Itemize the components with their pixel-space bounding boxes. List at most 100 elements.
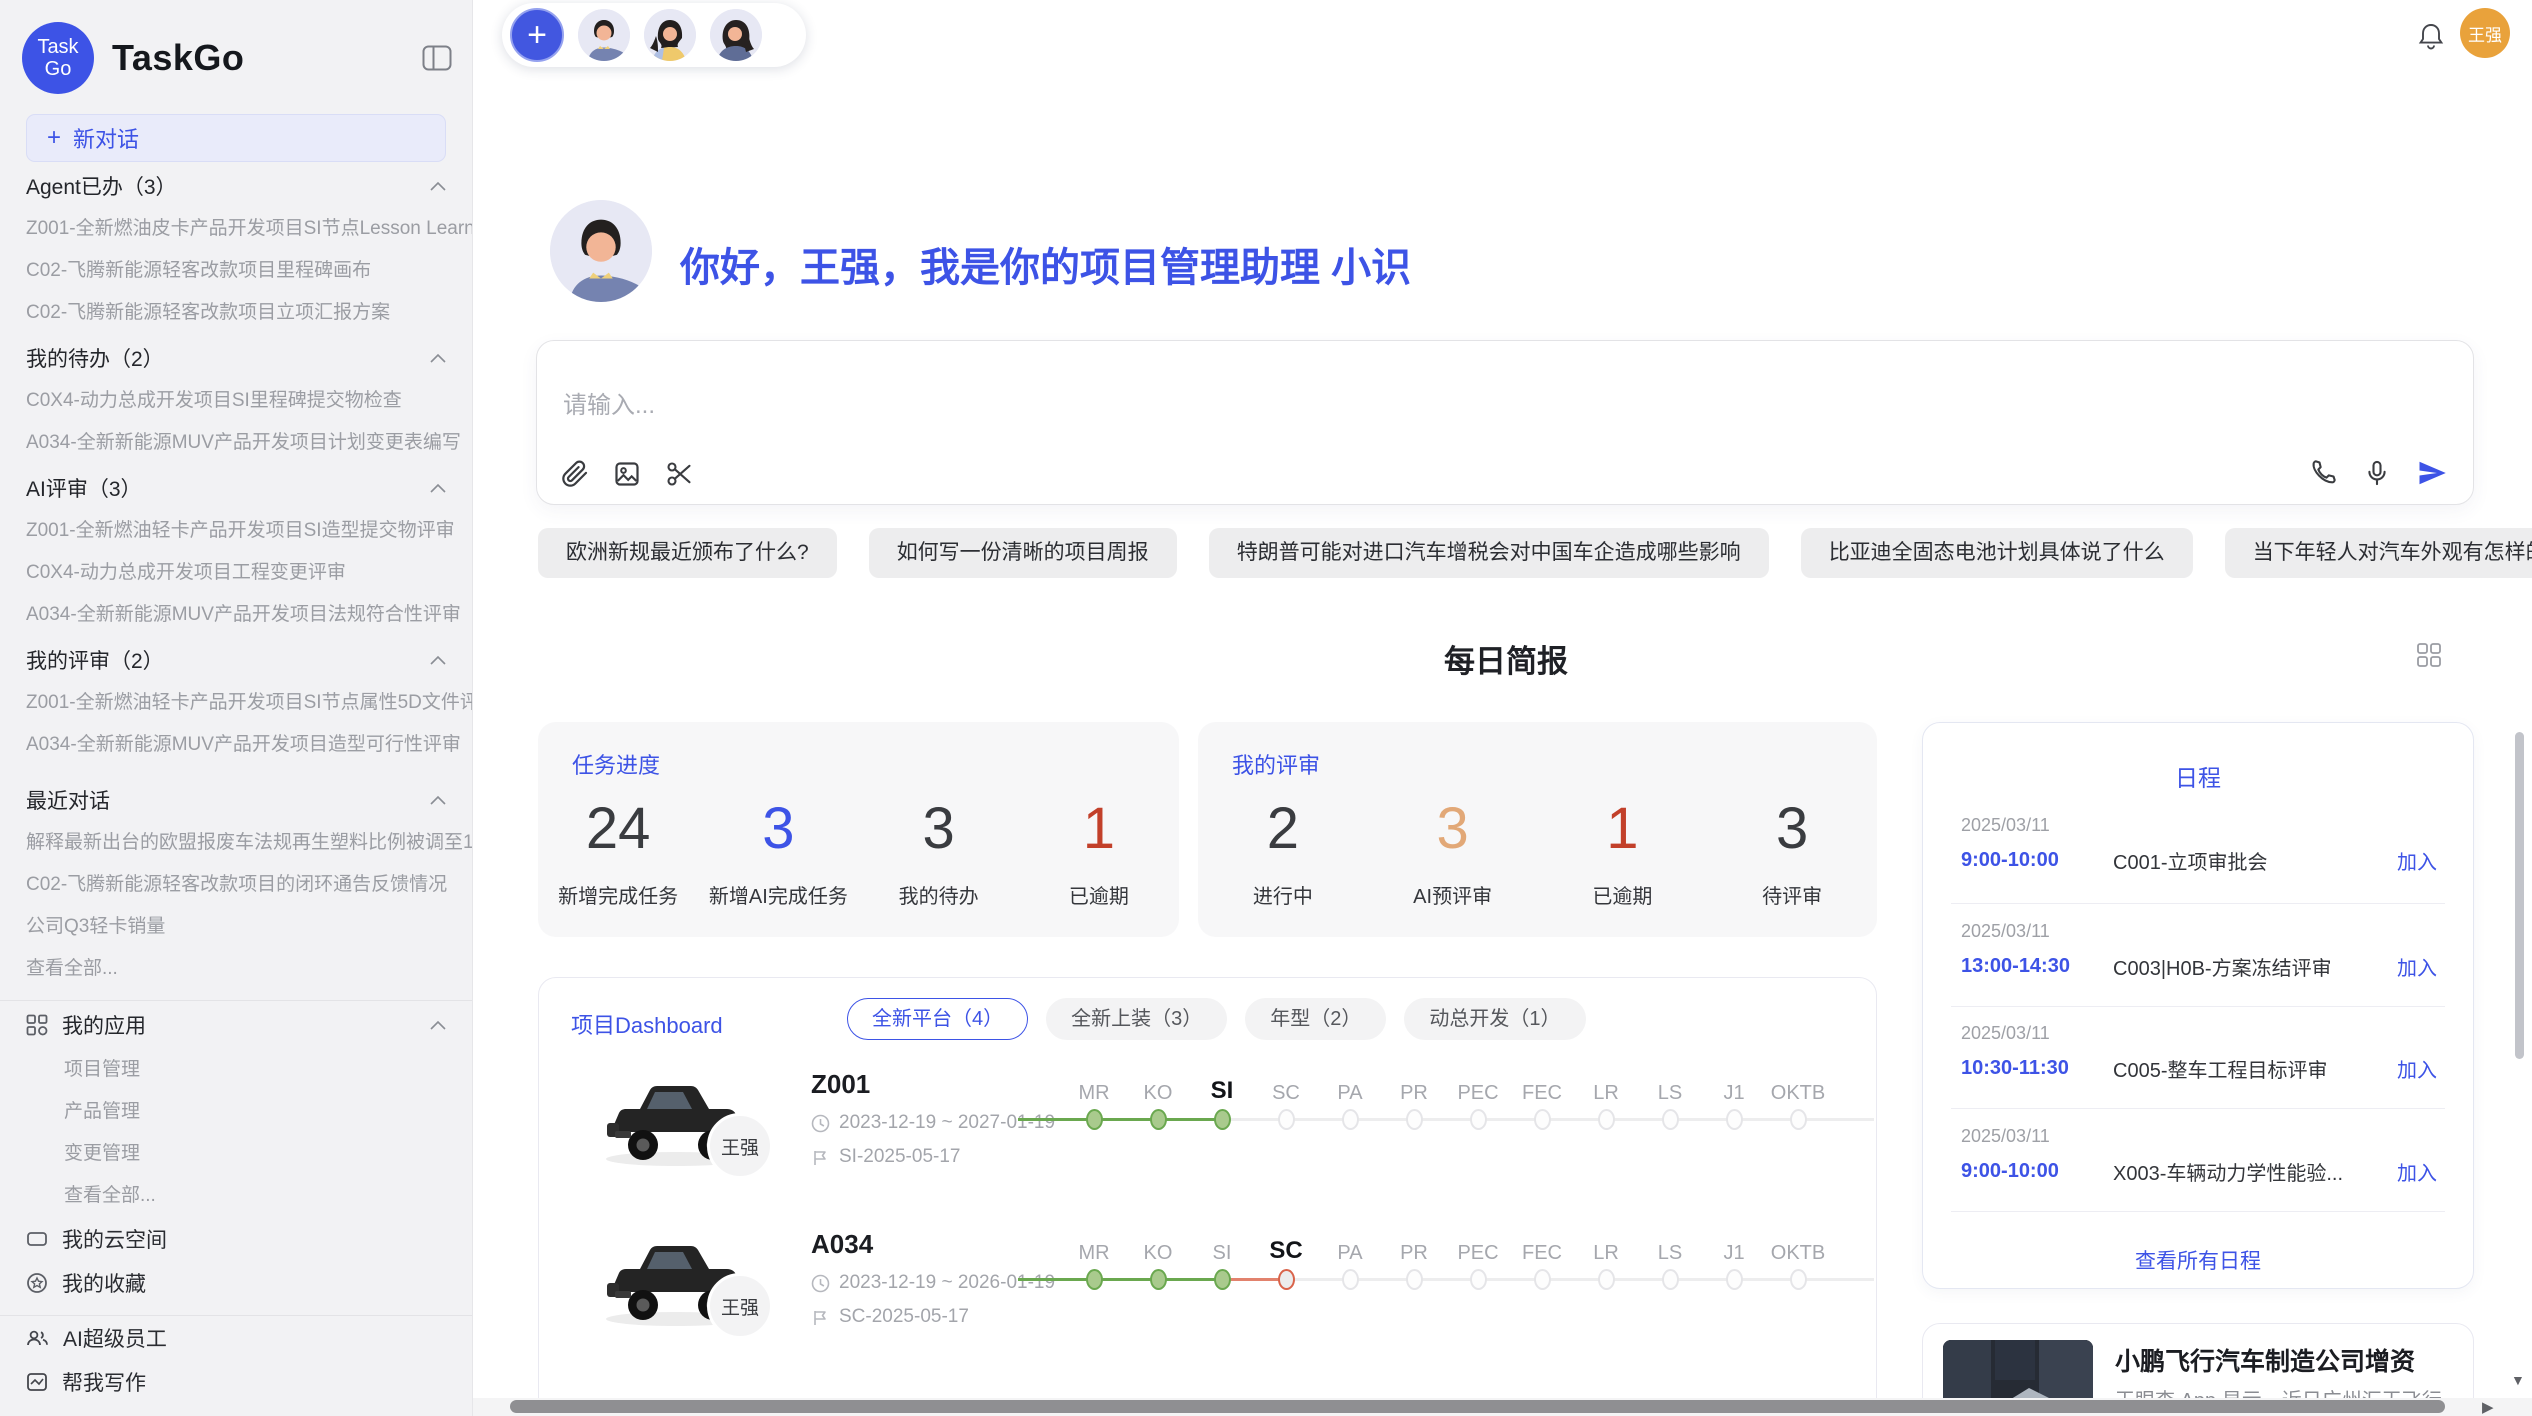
suggestion-chip[interactable]: 比亚迪全固态电池计划具体说了什么 (1801, 528, 2193, 578)
stat-value: 3 (698, 792, 858, 866)
clock-icon (811, 1114, 830, 1133)
help-me-write[interactable]: 帮我写作 (0, 1360, 472, 1404)
join-link[interactable]: 加入 (2397, 1157, 2437, 1186)
microphone-icon[interactable] (2363, 459, 2391, 487)
recent-chat-item[interactable]: 解释最新出台的欧盟报废车法规再生塑料比例被调至15%... (0, 822, 472, 864)
milestone-stepper: MR KO SI SC PA PR PEC FEC LR LS J1 OKTB (1062, 1073, 1830, 1153)
chat-input[interactable] (561, 391, 1965, 421)
sidebar-item[interactable]: A034-全新新能源MUV产品开发项目法规符合性评审 (0, 594, 472, 636)
project-dashboard-card: 项目Dashboard 全新平台（4） 全新上装（3） 年型（2） 动总开发（1… (538, 977, 1877, 1416)
project-date-range: 2023-12-19 ~ 2027-01-19 (839, 1112, 1055, 1134)
tab-platform[interactable]: 全新平台（4） (847, 998, 1028, 1040)
avatar[interactable] (578, 9, 630, 61)
collapse-sidebar-icon[interactable] (422, 45, 452, 71)
logo-line2: Go (45, 58, 72, 80)
section-recent-chats[interactable]: 最近对话 (0, 778, 472, 822)
scissors-icon[interactable] (665, 460, 693, 488)
scroll-down-arrow-icon[interactable]: ▼ (2511, 1372, 2525, 1388)
project-row[interactable]: 王强 A034 2023-12-19 ~ 2026-01-19 SC-2025-… (539, 1221, 1876, 1371)
paperclip-icon[interactable] (561, 460, 589, 488)
schedule-time: 9:00-10:00 (1961, 1160, 2113, 1183)
app-item-project-mgmt[interactable]: 项目管理 (0, 1049, 472, 1091)
suggestion-chips: 欧洲新规最近颁布了什么? 如何写一份清晰的项目周报 特朗普可能对进口汽车增税会对… (538, 528, 2478, 578)
phone-icon[interactable] (2309, 459, 2337, 487)
chevron-up-icon (430, 353, 446, 363)
stat-label: 新增完成任务 (538, 880, 698, 909)
schedule-date: 2025/03/11 (1961, 1023, 2437, 1044)
stat-value: 1 (1019, 792, 1179, 866)
stat-value: 2 (1198, 792, 1368, 866)
dashboard-tabs: 全新平台（4） 全新上装（3） 年型（2） 动总开发（1） (847, 998, 1586, 1040)
creative-drawing[interactable]: 创意制图 (0, 1404, 472, 1416)
tab-powertrain[interactable]: 动总开发（1） (1404, 998, 1585, 1040)
scroll-right-arrow-icon[interactable]: ▶ (2482, 1398, 2494, 1416)
schedule-time: 13:00-14:30 (1961, 955, 2113, 978)
divider (1951, 1108, 2445, 1109)
suggestion-chip[interactable]: 当下年轻人对汽车外观有怎样的喜好趋势 (2225, 528, 2532, 578)
sidebar-item[interactable]: Z001-全新燃油轻卡产品开发项目SI造型提交物评审 (0, 510, 472, 552)
user-avatar[interactable]: 王强 (2460, 8, 2510, 58)
daily-brief-title: 每日简报 (538, 636, 2474, 681)
section-my-todo[interactable]: 我的待办（2） (0, 336, 472, 380)
sidebar-item[interactable]: Z001-全新燃油皮卡产品开发项目SI节点Lesson Learn报告 (0, 208, 472, 250)
app-item-product-mgmt[interactable]: 产品管理 (0, 1091, 472, 1133)
news-title: 小鹏飞行汽车制造公司增资 (2115, 1342, 2415, 1378)
owner-name: 王强 (721, 1133, 759, 1160)
layout-grid-icon[interactable] (2416, 642, 2442, 668)
view-all-schedule-link[interactable]: 查看所有日程 (1923, 1245, 2473, 1275)
join-link[interactable]: 加入 (2397, 1054, 2437, 1083)
section-title: AI评审（3） (26, 473, 142, 503)
add-member-button[interactable]: + (510, 8, 564, 62)
send-icon[interactable] (2417, 458, 2447, 488)
sidebar-item[interactable]: C0X4-动力总成开发项目工程变更评审 (0, 552, 472, 594)
stat-value: 1 (1538, 792, 1708, 866)
sidebar-item[interactable]: Z001-全新燃油轻卡产品开发项目SI节点属性5D文件评审 (0, 682, 472, 724)
section-my-review[interactable]: 我的评审（2） (0, 638, 472, 682)
project-row[interactable]: 王强 Z001 2023-12-19 ~ 2027-01-19 SI-2025-… (539, 1061, 1876, 1211)
stat-label: 进行中 (1198, 880, 1368, 909)
sidebar-item[interactable]: C0X4-动力总成开发项目SI里程碑提交物检查 (0, 380, 472, 422)
app-item-change-mgmt[interactable]: 变更管理 (0, 1133, 472, 1175)
my-favorites[interactable]: 我的收藏 (0, 1261, 472, 1305)
avatar[interactable] (644, 9, 696, 61)
stat: 3待评审 (1707, 792, 1877, 909)
section-title: 我的待办（2） (26, 343, 164, 373)
avatar[interactable] (710, 9, 762, 61)
project-date-range: 2023-12-19 ~ 2026-01-19 (839, 1272, 1055, 1294)
my-apps-header[interactable]: 我的应用 (0, 1001, 472, 1049)
vertical-scrollbar-thumb[interactable] (2515, 732, 2524, 1059)
sidebar-item[interactable]: A034-全新新能源MUV产品开发项目造型可行性评审 (0, 724, 472, 766)
ai-super-staff-label: AI超级员工 (63, 1323, 167, 1353)
my-cloud-space[interactable]: 我的云空间 (0, 1217, 472, 1261)
tab-upfit[interactable]: 全新上装（3） (1046, 998, 1227, 1040)
tab-model-year[interactable]: 年型（2） (1245, 998, 1386, 1040)
recent-chat-item[interactable]: 公司Q3轻卡销量 (0, 906, 472, 948)
section-ai-review[interactable]: AI评审（3） (0, 466, 472, 510)
sidebar-item[interactable]: A034-全新新能源MUV产品开发项目计划变更表编写 (0, 422, 472, 464)
suggestion-chip[interactable]: 欧洲新规最近颁布了什么? (538, 528, 837, 578)
horizontal-scrollbar-thumb[interactable] (510, 1400, 2445, 1413)
new-chat-button[interactable]: + 新对话 (26, 114, 446, 162)
sidebar-item[interactable]: C02-飞腾新能源轻客改款项目立项汇报方案 (0, 292, 472, 334)
suggestion-chip[interactable]: 如何写一份清晰的项目周报 (869, 528, 1177, 578)
stat-label: 我的待办 (859, 880, 1019, 909)
join-link[interactable]: 加入 (2397, 952, 2437, 981)
image-attach-icon[interactable] (613, 460, 641, 488)
app-title: TaskGo (112, 37, 244, 79)
member-pill: + (502, 3, 806, 67)
ai-super-staff[interactable]: AI超级员工 (0, 1316, 472, 1360)
apps-grid-icon (26, 1014, 48, 1036)
recent-view-all[interactable]: 查看全部... (0, 948, 472, 990)
section-agent-done[interactable]: Agent已办（3） (0, 164, 472, 208)
project-dates: 2023-12-19 ~ 2026-01-19 (811, 1272, 1055, 1294)
apps-view-all[interactable]: 查看全部... (0, 1175, 472, 1217)
attach-toolbar (561, 460, 693, 488)
join-link[interactable]: 加入 (2397, 846, 2437, 875)
recent-chat-item[interactable]: C02-飞腾新能源轻客改款项目的闭环通告反馈情况 (0, 864, 472, 906)
notification-bell-icon[interactable] (2418, 22, 2444, 50)
cloud-space-icon (26, 1228, 48, 1250)
greeting-text: 你好，王强，我是你的项目管理助理 小识 (680, 235, 1411, 293)
suggestion-chip[interactable]: 特朗普可能对进口汽车增税会对中国车企造成哪些影响 (1209, 528, 1769, 578)
sidebar-item[interactable]: C02-飞腾新能源轻客改款项目里程碑画布 (0, 250, 472, 292)
schedule-date: 2025/03/11 (1961, 1126, 2437, 1147)
